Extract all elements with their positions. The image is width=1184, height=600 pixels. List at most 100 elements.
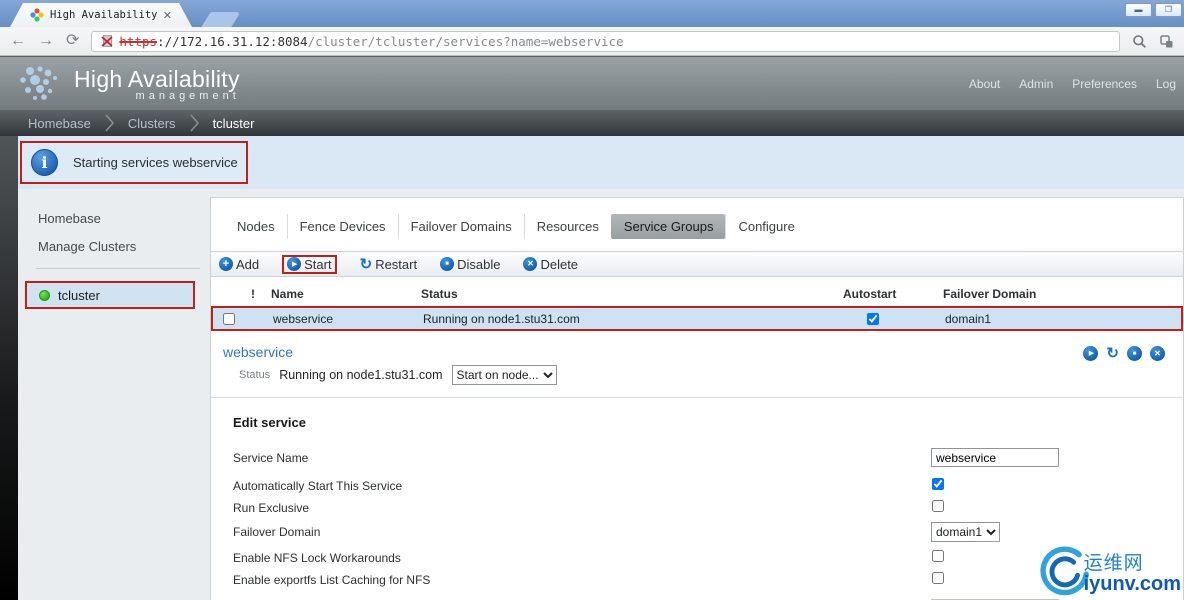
minimize-button[interactable]: ▬ (1125, 3, 1152, 17)
nav-logout[interactable]: Log (1156, 77, 1176, 91)
row-failover-domain: domain1 (945, 311, 992, 326)
cluster-annotation-box: tcluster (25, 281, 195, 309)
plus-icon: + (219, 257, 233, 271)
add-button[interactable]: + Add (219, 257, 259, 272)
service-detail: webservice Status Running on node1.stu31… (211, 331, 1183, 393)
tab-configure[interactable]: Configure (725, 214, 806, 239)
delete-service-icon[interactable]: ✕ (1150, 346, 1165, 361)
start-service-icon[interactable]: ▶ (1083, 346, 1099, 361)
reload-icon[interactable]: ⟳ (66, 33, 79, 49)
tab-failover-domains[interactable]: Failover Domains (397, 214, 524, 239)
nfs-lock-label: Enable NFS Lock Workarounds (233, 551, 401, 565)
restart-button[interactable]: ↻ Restart (360, 257, 417, 272)
start-on-node-select[interactable]: Start on node... (451, 365, 557, 385)
info-icon: i (31, 149, 58, 176)
sidebar-item-tcluster[interactable]: tcluster (27, 283, 193, 307)
maximize-button[interactable]: ❐ (1155, 3, 1182, 17)
breadcrumb: Homebase Clusters tcluster (0, 110, 1184, 136)
url-scheme: https (119, 33, 158, 49)
table-header-row: ! Name Status Autostart Failover Domain (211, 287, 1183, 306)
status-label: Status (239, 369, 271, 381)
failover-domain-label: Failover Domain (233, 525, 321, 539)
col-name: Name (271, 287, 304, 301)
delete-icon: ✕ (523, 257, 538, 271)
url-host: ://172.16.31.12:8084 (157, 33, 308, 49)
start-button[interactable]: ▶ Start (282, 254, 337, 274)
service-table: ! Name Status Autostart Failover Domain … (211, 287, 1183, 331)
row-name[interactable]: webservice (273, 312, 423, 326)
row-status: Running on node1.stu31.com (423, 311, 580, 326)
cluster-tabs: Nodes Fence Devices Failover Domains Res… (211, 198, 1183, 239)
nfs-export-label: Enable exportfs List Caching for NFS (233, 573, 431, 587)
tab-close-icon[interactable]: ✕ (163, 9, 172, 22)
nfs-lock-checkbox[interactable] (932, 550, 944, 562)
app-title: High Availability (74, 65, 240, 92)
tab-service-groups[interactable]: Service Groups (610, 214, 726, 239)
service-name-input[interactable] (931, 448, 1059, 467)
detail-actions: ▶ ↻ ■ ✕ (1083, 346, 1165, 361)
browser-tab-strip: High Availability Manag ✕ ▬ ❐ (0, 0, 1184, 27)
url-path: /cluster/tcluster/services?name=webservi… (307, 33, 624, 49)
table-row-webservice[interactable]: webservice Running on node1.stu31.com do… (211, 306, 1183, 331)
favicon-icon (30, 8, 44, 22)
nfs-export-checkbox[interactable] (932, 572, 944, 584)
brand: High Availability management (14, 63, 240, 105)
cluster-status-dot-icon (39, 289, 50, 301)
bookmark-icon[interactable] (1159, 34, 1174, 49)
watermark-cn: 运维网 (1083, 553, 1144, 574)
nav-preferences[interactable]: Preferences (1072, 77, 1137, 91)
stop-icon: ■ (440, 257, 455, 271)
search-icon[interactable] (1132, 34, 1147, 49)
run-exclusive-label: Run Exclusive (233, 501, 310, 515)
breadcrumb-tcluster[interactable]: tcluster (213, 116, 255, 131)
row-autostart-checkbox[interactable] (867, 312, 879, 325)
watermark: 运维网 iyunv.com (1038, 546, 1181, 598)
sidebar-item-manage-clusters[interactable]: Manage Clusters (18, 239, 210, 254)
sidebar: Homebase Manage Clusters tcluster (18, 189, 210, 600)
service-toolbar: + Add ▶ Start ↻ Restart ■ Disable ✕ Dele… (211, 251, 1183, 277)
chevron-right-icon (189, 114, 199, 132)
app-subtitle: management (135, 89, 240, 102)
failover-domain-select[interactable]: domain1 (931, 522, 1000, 542)
nav-about[interactable]: About (969, 77, 1000, 91)
col-status: Status (421, 287, 458, 301)
autostart-label: Automatically Start This Service (233, 479, 403, 493)
disable-service-icon[interactable]: ■ (1127, 346, 1142, 361)
service-name-label: Service Name (233, 450, 309, 465)
run-exclusive-checkbox[interactable] (932, 500, 944, 512)
notice-band: i Starting services webservice (18, 136, 1184, 189)
autostart-checkbox[interactable] (932, 478, 944, 490)
tab-title: High Availability Manag (50, 9, 157, 21)
delete-button[interactable]: ✕ Delete (523, 257, 578, 272)
col-autostart: Autostart (843, 287, 897, 301)
address-bar[interactable]: https://172.16.31.12:8084/cluster/tclust… (91, 30, 1120, 52)
play-icon: ▶ (287, 257, 302, 271)
brand-logo-icon (20, 65, 57, 100)
service-name-link[interactable]: webservice (223, 344, 1183, 360)
disable-button[interactable]: ■ Disable (440, 257, 500, 272)
app-header: High Availability management About Admin… (0, 56, 1184, 110)
nav-admin[interactable]: Admin (1019, 77, 1053, 91)
browser-tab[interactable]: High Availability Manag ✕ (10, 3, 192, 27)
back-icon[interactable]: ← (10, 33, 26, 49)
sidebar-item-homebase[interactable]: Homebase (18, 211, 210, 226)
new-tab-button[interactable] (201, 12, 241, 27)
section-divider (211, 397, 1183, 398)
notice-annotation-box: i Starting services webservice (20, 141, 248, 184)
ssl-error-icon (101, 35, 114, 47)
restart-icon: ↻ (359, 255, 373, 273)
restart-service-icon[interactable]: ↻ (1106, 346, 1119, 361)
tab-resources[interactable]: Resources (523, 214, 611, 239)
browser-toolbar: ← → ⟳ https://172.16.31.12:8084/cluster/… (0, 27, 1184, 56)
tab-nodes[interactable]: Nodes (225, 214, 287, 239)
breadcrumb-clusters[interactable]: Clusters (128, 116, 176, 131)
notice-message: Starting services webservice (73, 155, 238, 170)
breadcrumb-homebase[interactable]: Homebase (28, 116, 91, 131)
cluster-name: tcluster (58, 287, 100, 303)
tab-fence-devices[interactable]: Fence Devices (286, 214, 398, 239)
row-select-checkbox[interactable] (223, 312, 235, 325)
browser-window: High Availability Manag ✕ ▬ ❐ ← → ⟳ http… (0, 0, 1184, 600)
forward-icon[interactable]: → (38, 33, 54, 49)
watermark-site: iyunv.com (1083, 573, 1181, 595)
main-panel: Nodes Fence Devices Failover Domains Res… (210, 197, 1184, 600)
